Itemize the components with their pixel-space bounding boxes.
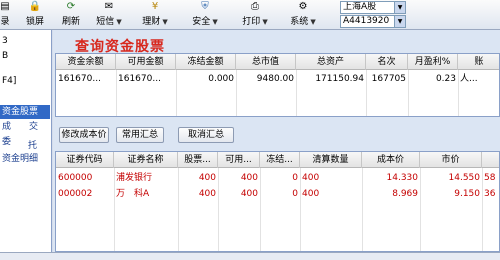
table-row[interactable]: 000002 万 科A 400 400 0 400 8.969 9.150 36 bbox=[56, 186, 499, 202]
chevron-down-icon: ▼ bbox=[394, 2, 405, 13]
column-header[interactable]: 证券代码 bbox=[56, 152, 114, 168]
truncated-cell: 36 bbox=[484, 189, 496, 199]
market-price: 9.150 bbox=[454, 189, 480, 199]
chevron-down-icon: ▼ bbox=[210, 18, 218, 26]
chevron-down-icon: ▼ bbox=[260, 18, 268, 26]
table-row[interactable]: 600000 浦发银行 400 400 0 400 14.330 14.550 … bbox=[56, 170, 499, 186]
column-header[interactable]: 证券名称 bbox=[114, 152, 178, 168]
table-row[interactable]: 161670... 161670... 0.000 9480.00 171150… bbox=[56, 71, 499, 87]
sidebar-item-trades[interactable]: 成 交 bbox=[0, 120, 38, 134]
record-icon: ▤ bbox=[0, 1, 10, 12]
column-header[interactable]: 可用... bbox=[218, 152, 260, 168]
toolbar-system-button[interactable]: ⚙ 系统 ▼ bbox=[288, 0, 318, 28]
account-cell: 人... bbox=[460, 74, 478, 84]
column-header[interactable]: 资金余额 bbox=[56, 54, 116, 70]
stock-balance: 400 bbox=[198, 173, 216, 183]
column-header[interactable]: 成本价 bbox=[362, 152, 420, 168]
column-header[interactable]: 清算数量 bbox=[300, 152, 362, 168]
toolbar-refresh-button[interactable]: ⟳ 刷新 bbox=[58, 0, 84, 28]
column-header[interactable]: 名次 bbox=[366, 54, 408, 70]
toolbar-lock-button[interactable]: 🔒 锁屏 bbox=[22, 0, 48, 28]
toolbar-print-button[interactable]: ⎙ 打印 ▼ bbox=[240, 0, 270, 28]
sidebar-item-orders[interactable]: 委 bbox=[0, 135, 11, 149]
column-header[interactable]: 市价 bbox=[420, 152, 482, 168]
column-header[interactable]: 冻结... bbox=[260, 152, 300, 168]
security-icon: ⛨ bbox=[201, 1, 209, 12]
market-value: 9480.00 bbox=[256, 74, 294, 84]
lock-icon: 🔒 bbox=[28, 1, 42, 12]
frozen-funds: 0.000 bbox=[208, 74, 234, 84]
funds-table-header: 资金余额 可用金额 冻结金额 总市值 总资产 名次 月盈利% 账 bbox=[56, 54, 499, 70]
monthly-profit: 0.23 bbox=[435, 74, 456, 84]
funds-table: 资金余额 可用金额 冻结金额 总市值 总资产 名次 月盈利% 账 161670.… bbox=[55, 53, 500, 117]
cancel-summary-button[interactable]: 取消汇总 bbox=[178, 127, 234, 143]
toolbar-message-button[interactable]: ✉ 短信 ▼ bbox=[94, 0, 124, 28]
total-assets: 171150.94 bbox=[315, 74, 364, 84]
settlement-qty: 400 bbox=[302, 189, 320, 199]
truncated-cell: 58 bbox=[484, 173, 496, 183]
sidebar-item[interactable]: F4] bbox=[0, 74, 16, 88]
cash-balance: 161670... bbox=[58, 74, 101, 84]
available-qty: 400 bbox=[240, 173, 258, 183]
column-header[interactable]: 可用金额 bbox=[116, 54, 176, 70]
settlement-qty: 400 bbox=[302, 173, 320, 183]
cost-price: 8.969 bbox=[392, 189, 418, 199]
sidebar-item[interactable]: 3 bbox=[0, 34, 8, 48]
sidebar-item-funds-stocks[interactable]: 资金股票 bbox=[0, 105, 50, 119]
stock-code: 600000 bbox=[58, 173, 93, 183]
chevron-down-icon: ▼ bbox=[308, 18, 316, 26]
sidebar-tree: 3 B F4] 资金股票 成 交 委 托 资金明细 bbox=[0, 30, 52, 252]
finance-icon: ¥ bbox=[151, 1, 159, 12]
frozen-qty: 0 bbox=[292, 173, 298, 183]
message-icon: ✉ bbox=[104, 1, 114, 12]
toolbar-finance-button[interactable]: ¥ 理财 ▼ bbox=[140, 0, 170, 28]
market-select[interactable]: 上海A股 ▼ bbox=[340, 1, 406, 14]
chevron-down-icon: ▼ bbox=[114, 18, 122, 26]
print-icon: ⎙ bbox=[251, 1, 259, 12]
stock-name: 万 科A bbox=[116, 189, 150, 199]
sidebar-item[interactable]: B bbox=[0, 49, 8, 63]
column-header[interactable]: 总资产 bbox=[296, 54, 366, 70]
stock-code: 000002 bbox=[58, 189, 93, 199]
column-header[interactable]: 月盈利% bbox=[408, 54, 458, 70]
sidebar-item-orders-2[interactable]: 托 bbox=[26, 139, 37, 153]
chevron-down-icon: ▼ bbox=[394, 16, 405, 27]
status-bar bbox=[0, 252, 500, 260]
column-header[interactable]: 股票... bbox=[178, 152, 218, 168]
toolbar-security-button[interactable]: ⛨ 安全 ▼ bbox=[190, 0, 220, 28]
system-icon: ⚙ bbox=[298, 1, 308, 12]
stock-balance: 400 bbox=[198, 189, 216, 199]
summary-button[interactable]: 常用汇总 bbox=[116, 127, 164, 143]
stock-table-header: 证券代码 证券名称 股票... 可用... 冻结... 清算数量 成本价 市价 bbox=[56, 152, 499, 168]
frozen-qty: 0 bbox=[292, 189, 298, 199]
account-select[interactable]: A4413920 ▼ bbox=[340, 15, 406, 28]
column-header[interactable]: 总市值 bbox=[236, 54, 296, 70]
toolbar: ▤ 录 🔒 锁屏 ⟳ 刷新 ✉ 短信 ▼ ¥ 理财 ▼ ⛨ 安全 ▼ ⎙ 打印 … bbox=[0, 0, 500, 30]
sidebar-item-fund-details[interactable]: 资金明细 bbox=[0, 152, 38, 166]
main-panel: 查询资金股票 资金余额 可用金额 冻结金额 总市值 总资产 名次 月盈利% 账 … bbox=[53, 30, 500, 252]
chevron-down-icon: ▼ bbox=[160, 18, 168, 26]
cost-price: 14.330 bbox=[386, 173, 419, 183]
refresh-icon: ⟳ bbox=[66, 1, 76, 12]
stock-name: 浦发银行 bbox=[116, 173, 153, 183]
column-header[interactable]: 冻结金额 bbox=[176, 54, 236, 70]
edit-cost-button[interactable]: 修改成本价 bbox=[59, 127, 109, 143]
available-funds: 161670... bbox=[118, 74, 161, 84]
market-price: 14.550 bbox=[448, 173, 481, 183]
stock-table: 证券代码 证券名称 股票... 可用... 冻结... 清算数量 成本价 市价 … bbox=[55, 151, 500, 252]
available-qty: 400 bbox=[240, 189, 258, 199]
toolbar-record-button[interactable]: ▤ 录 bbox=[0, 0, 16, 28]
rank: 167705 bbox=[371, 74, 406, 84]
column-header[interactable] bbox=[482, 152, 500, 168]
column-header[interactable]: 账 bbox=[458, 54, 500, 70]
